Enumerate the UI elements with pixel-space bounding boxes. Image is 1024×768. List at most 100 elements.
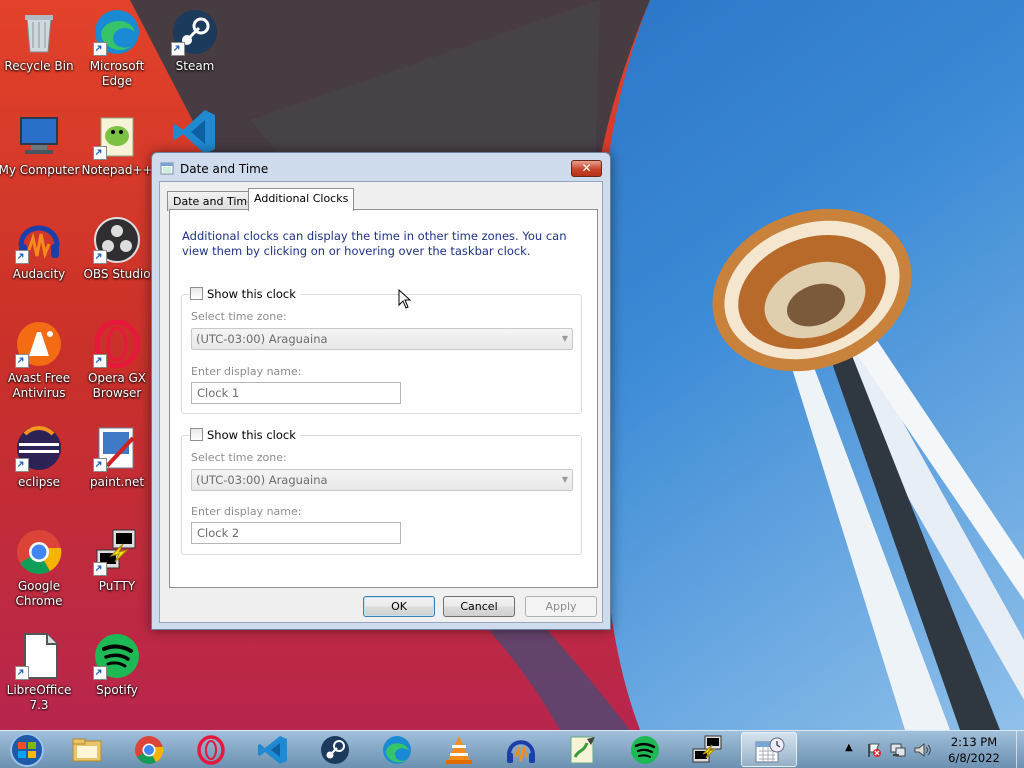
desktop-icon-audacity[interactable]: Audacity [0,216,80,282]
desktop-icon-label: Google Chrome [15,579,63,608]
apply-button[interactable]: Apply [525,596,597,617]
taskbar-item-file-explorer[interactable] [60,732,114,767]
shortcut-arrow-icon [93,42,107,56]
shortcut-arrow-icon [15,354,29,368]
clock-1-zone-select[interactable]: (UTC-03:00) Araguaina ▼ [191,328,573,350]
ok-button[interactable]: OK [363,596,435,617]
taskbar-item-audacity[interactable] [494,732,548,767]
cancel-button[interactable]: Cancel [443,596,515,617]
desktop-icon-google-chrome[interactable]: Google Chrome [0,528,80,609]
show-hidden-icons-arrow[interactable]: ▲ [845,742,853,753]
vscode-icon [173,110,215,152]
clock-1-show-label: Show this clock [207,287,296,301]
shortcut-arrow-icon [93,354,107,368]
steam-icon [321,736,349,764]
desktop-icon-paint-net[interactable]: paint.net [76,424,158,490]
date-and-time-dialog: Date and Time ✕ Date and Time Additional… [151,152,611,630]
clock-2-name-field[interactable]: Clock 2 [191,522,401,544]
dialog-title: Date and Time [180,162,269,176]
shortcut-arrow-icon [15,458,29,472]
shortcut-arrow-icon [15,250,29,264]
show-desktop-button[interactable] [1016,731,1024,768]
desktop-icon-recycle-bin[interactable]: Recycle Bin [0,8,80,74]
clock-time: 2:13 PM [950,735,998,749]
description-text: Additional clocks can display the time i… [182,229,567,258]
shortcut-arrow-icon [171,42,185,56]
clock-1-name-field[interactable]: Clock 1 [191,382,401,404]
desktop-icon-putty[interactable]: PuTTY [76,528,158,594]
volume-icon[interactable] [913,742,931,758]
shortcut-arrow-icon [93,562,107,576]
clock-1-zone-value: (UTC-03:00) Araguaina [196,332,328,346]
recycle-bin-icon [25,15,53,53]
taskbar-item-chrome[interactable] [122,732,176,767]
shortcut-arrow-icon [93,666,107,680]
shortcut-arrow-icon [93,250,107,264]
audacity-icon [507,740,535,763]
desktop-icon-obs-studio[interactable]: OBS Studio [76,216,158,282]
chevron-down-icon: ▼ [561,475,568,484]
vscode-icon [258,736,287,764]
clock-date: 6/8/2022 [948,751,1000,765]
date-time-icon [160,162,174,175]
taskbar-item-spotify[interactable] [618,732,672,767]
clock-1-zone-label: Select time zone: [191,310,287,323]
desktop-icon-my-computer[interactable]: My Computer [0,112,80,178]
desktop-icon-opera-gx[interactable]: Opera GX Browser [76,320,158,401]
taskbar-item-vscode[interactable] [246,732,300,767]
network-icon[interactable] [890,742,906,758]
desktop-icon-libreoffice[interactable]: LibreOffice 7.3 [0,632,80,713]
desktop-icon-microsoft-edge[interactable]: Microsoft Edge [76,8,158,89]
mouse-cursor-icon [398,289,412,309]
clock-2-zone-select[interactable]: (UTC-03:00) Araguaina ▼ [191,469,573,491]
clock-2-show-checkbox-row[interactable]: Show this clock [190,428,300,442]
clock-1-show-checkbox[interactable] [190,287,203,300]
taskbar-item-notepadpp[interactable] [556,732,610,767]
date-time-icon [755,737,785,763]
tab-additional-clocks[interactable]: Additional Clocks [248,188,355,211]
desktop-icon-avast[interactable]: Avast Free Antivirus [0,320,80,401]
computer-icon [20,117,58,154]
clock-2-zone-label: Select time zone: [191,451,287,464]
action-center-flag-icon[interactable] [866,742,882,758]
taskbar-item-putty[interactable] [680,732,734,767]
taskbar-item-vlc[interactable] [432,732,486,767]
desktop-icon-label: Microsoft Edge [89,59,145,88]
clock-2-name-label: Enter display name: [191,505,302,518]
desktop-icon-label: eclipse [18,475,60,489]
taskbar-item-edge[interactable] [370,732,424,767]
chrome-icon [17,530,62,574]
opera-icon [197,735,225,765]
chrome-icon [135,736,164,764]
clock-2-zone-value: (UTC-03:00) Araguaina [196,473,328,487]
desktop-icon-label: Spotify [96,683,138,697]
shortcut-arrow-icon [93,458,107,472]
taskbar-item-steam[interactable] [308,732,362,767]
desktop-icon-label: Recycle Bin [4,59,74,73]
desktop-icon-label: Audacity [12,267,66,281]
clock-1-name-label: Enter display name: [191,365,302,378]
clock-1-show-checkbox-row[interactable]: Show this clock [190,287,300,301]
desktop-icon-notepadpp[interactable]: Notepad++ [76,112,158,178]
desktop-icon-label: paint.net [89,475,145,489]
shortcut-arrow-icon [93,146,107,160]
desktop-icon-label: Steam [175,59,215,73]
clock-2-show-label: Show this clock [207,428,296,442]
taskbar-clock[interactable]: 2:13 PM 6/8/2022 [934,734,1014,766]
desktop-icon-spotify[interactable]: Spotify [76,632,158,698]
clock-2-show-checkbox[interactable] [190,428,203,441]
dialog-titlebar[interactable]: Date and Time ✕ [152,153,610,183]
taskbar-item-date-and-time[interactable] [741,732,797,767]
taskbar-item-opera[interactable] [184,732,238,767]
desktop-icon-eclipse[interactable]: eclipse [0,424,80,490]
desktop-icon-label: Avast Free Antivirus [7,371,71,400]
close-button[interactable]: ✕ [571,160,602,177]
shortcut-arrow-icon [15,666,29,680]
desktop-icon-vscode[interactable] [154,108,236,152]
putty-icon [692,735,722,763]
start-orb-icon[interactable] [4,732,50,768]
tab-date-and-time[interactable]: Date and Time [167,191,260,211]
desktop-icon-label: Opera GX Browser [87,371,147,400]
desktop-icon-label: LibreOffice 7.3 [6,683,72,712]
desktop-icon-steam[interactable]: Steam [154,8,236,74]
